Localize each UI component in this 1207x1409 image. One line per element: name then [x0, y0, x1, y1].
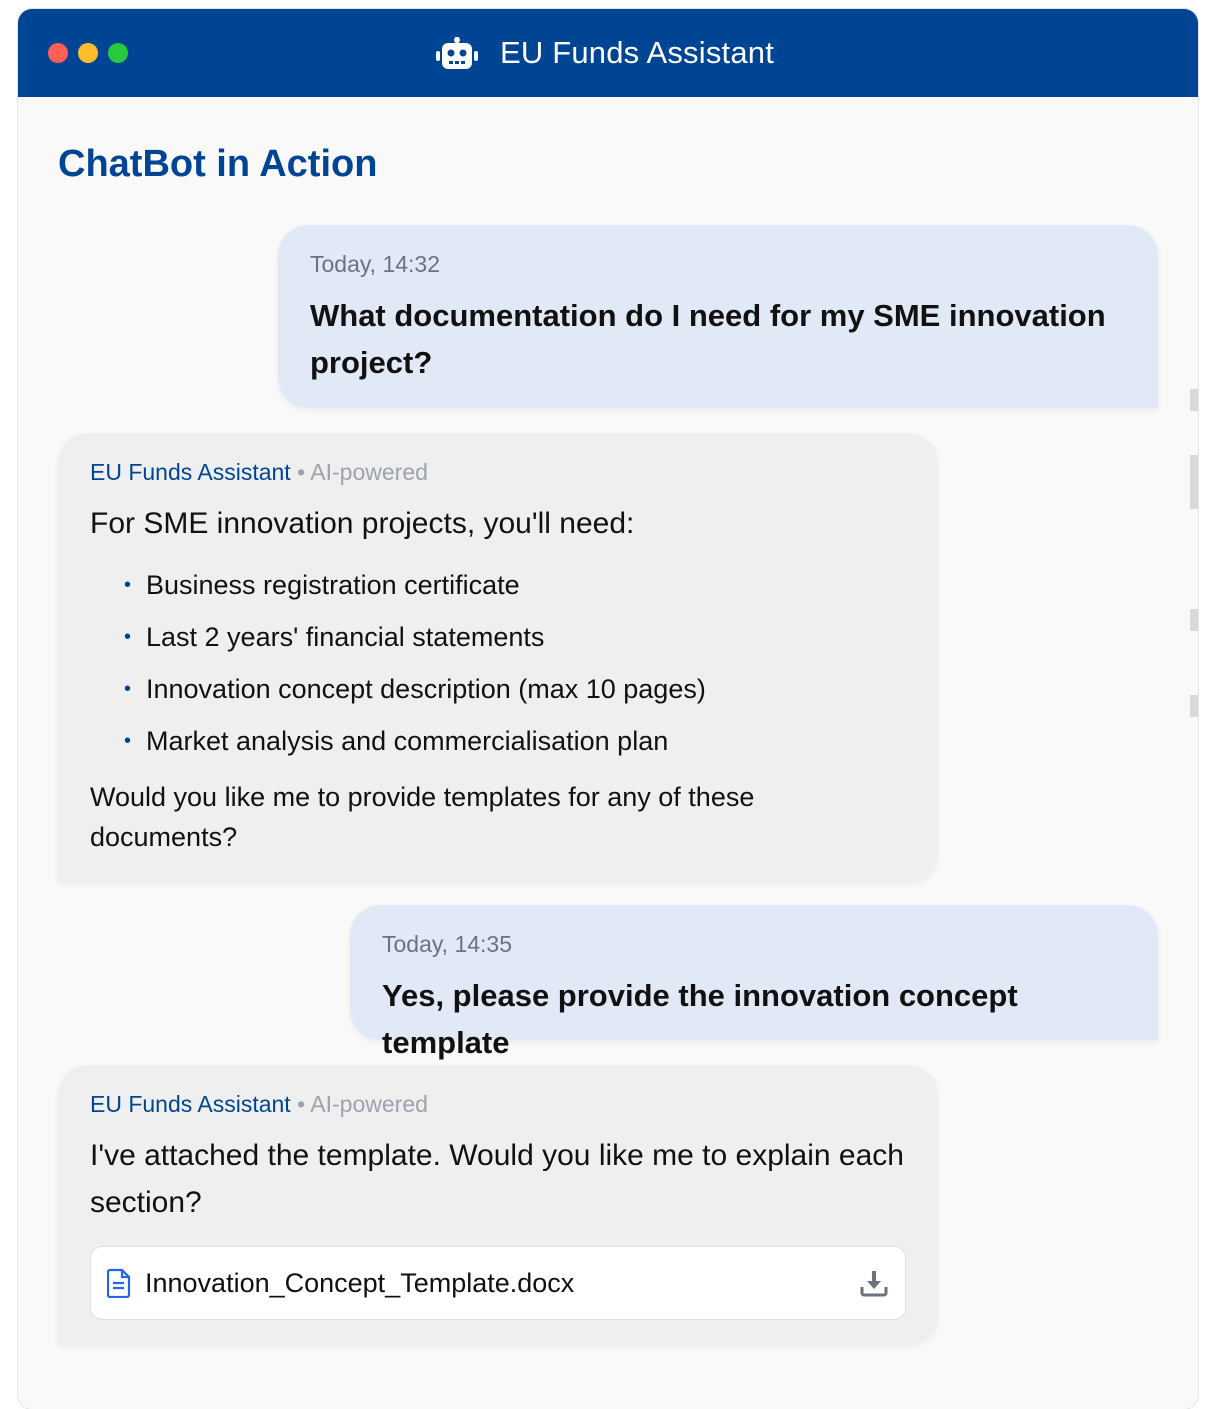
sender-separator: • — [297, 1091, 306, 1117]
title-group: EU Funds Assistant — [435, 35, 775, 71]
bullet-icon: • — [124, 626, 132, 648]
title-bar: EU Funds Assistant — [18, 9, 1198, 97]
bot-message: EU Funds Assistant • AI-powered I've att… — [58, 1065, 938, 1345]
scrollbar-mark — [1190, 389, 1198, 411]
list-item: • Last 2 years' financial statements — [124, 611, 906, 663]
list-item-text: Market analysis and commercialisation pl… — [146, 726, 669, 756]
list-item-text: Last 2 years' financial statements — [146, 622, 545, 652]
download-icon[interactable] — [859, 1268, 889, 1298]
message-text: I've attached the template. Would you li… — [90, 1139, 904, 1219]
file-icon — [107, 1268, 131, 1298]
message-text: Yes, please provide the innovation conce… — [382, 978, 1018, 1060]
sender-name: EU Funds Assistant — [90, 459, 291, 485]
sender-name: EU Funds Assistant — [90, 1091, 291, 1117]
message-timestamp: Today, 14:35 — [382, 931, 513, 957]
message-sender: EU Funds Assistant • AI-powered — [90, 1091, 906, 1118]
scrollbar-mark — [1190, 695, 1198, 717]
window-controls — [48, 43, 128, 63]
app-title: EU Funds Assistant — [499, 35, 775, 70]
list-item-text: Innovation concept description (max 10 p… — [146, 674, 706, 704]
robot-icon — [435, 37, 478, 69]
document-list: • Business registration certificate • Last… — [124, 559, 906, 767]
message-followup: Would you like me to provide templates f… — [90, 782, 755, 852]
message-sender: EU Funds Assistant • AI-powered — [90, 459, 906, 486]
bullet-icon: • — [124, 574, 132, 596]
bullet-icon: • — [124, 678, 132, 700]
attachment-filename[interactable]: Innovation_Concept_Template.docx — [145, 1268, 859, 1299]
sender-separator: • — [297, 459, 306, 485]
minimize-window-button[interactable] — [78, 43, 98, 63]
sender-tag: AI-powered — [310, 459, 428, 485]
maximize-window-button[interactable] — [108, 43, 128, 63]
file-attachment[interactable]: Innovation_Concept_Template.docx — [90, 1246, 906, 1320]
page-heading: ChatBot in Action — [58, 143, 378, 185]
message-timestamp: Today, 14:32 — [310, 251, 441, 277]
scrollbar-mark — [1190, 609, 1198, 631]
bullet-icon: • — [124, 730, 132, 752]
message-text: What documentation do I need for my SME … — [310, 298, 1106, 380]
chat-window: EU Funds Assistant ChatBot in Action Tod… — [18, 9, 1198, 1409]
list-item: • Business registration certificate — [124, 559, 906, 611]
close-window-button[interactable] — [48, 43, 68, 63]
list-item: • Innovation concept description (max 10 … — [124, 663, 906, 715]
list-item: • Market analysis and commercialisation p… — [124, 715, 906, 767]
user-message: Today, 14:35 Yes, please provide the inn… — [350, 905, 1158, 1060]
list-item-text: Business registration certificate — [146, 570, 520, 600]
bot-message: EU Funds Assistant • AI-powered For SME … — [58, 433, 938, 883]
scrollbar-mark — [1190, 455, 1198, 509]
sender-tag: AI-powered — [310, 1091, 428, 1117]
message-intro: For SME innovation projects, you'll need… — [90, 507, 635, 540]
user-message: Today, 14:32 What documentation do I nee… — [278, 225, 1158, 408]
